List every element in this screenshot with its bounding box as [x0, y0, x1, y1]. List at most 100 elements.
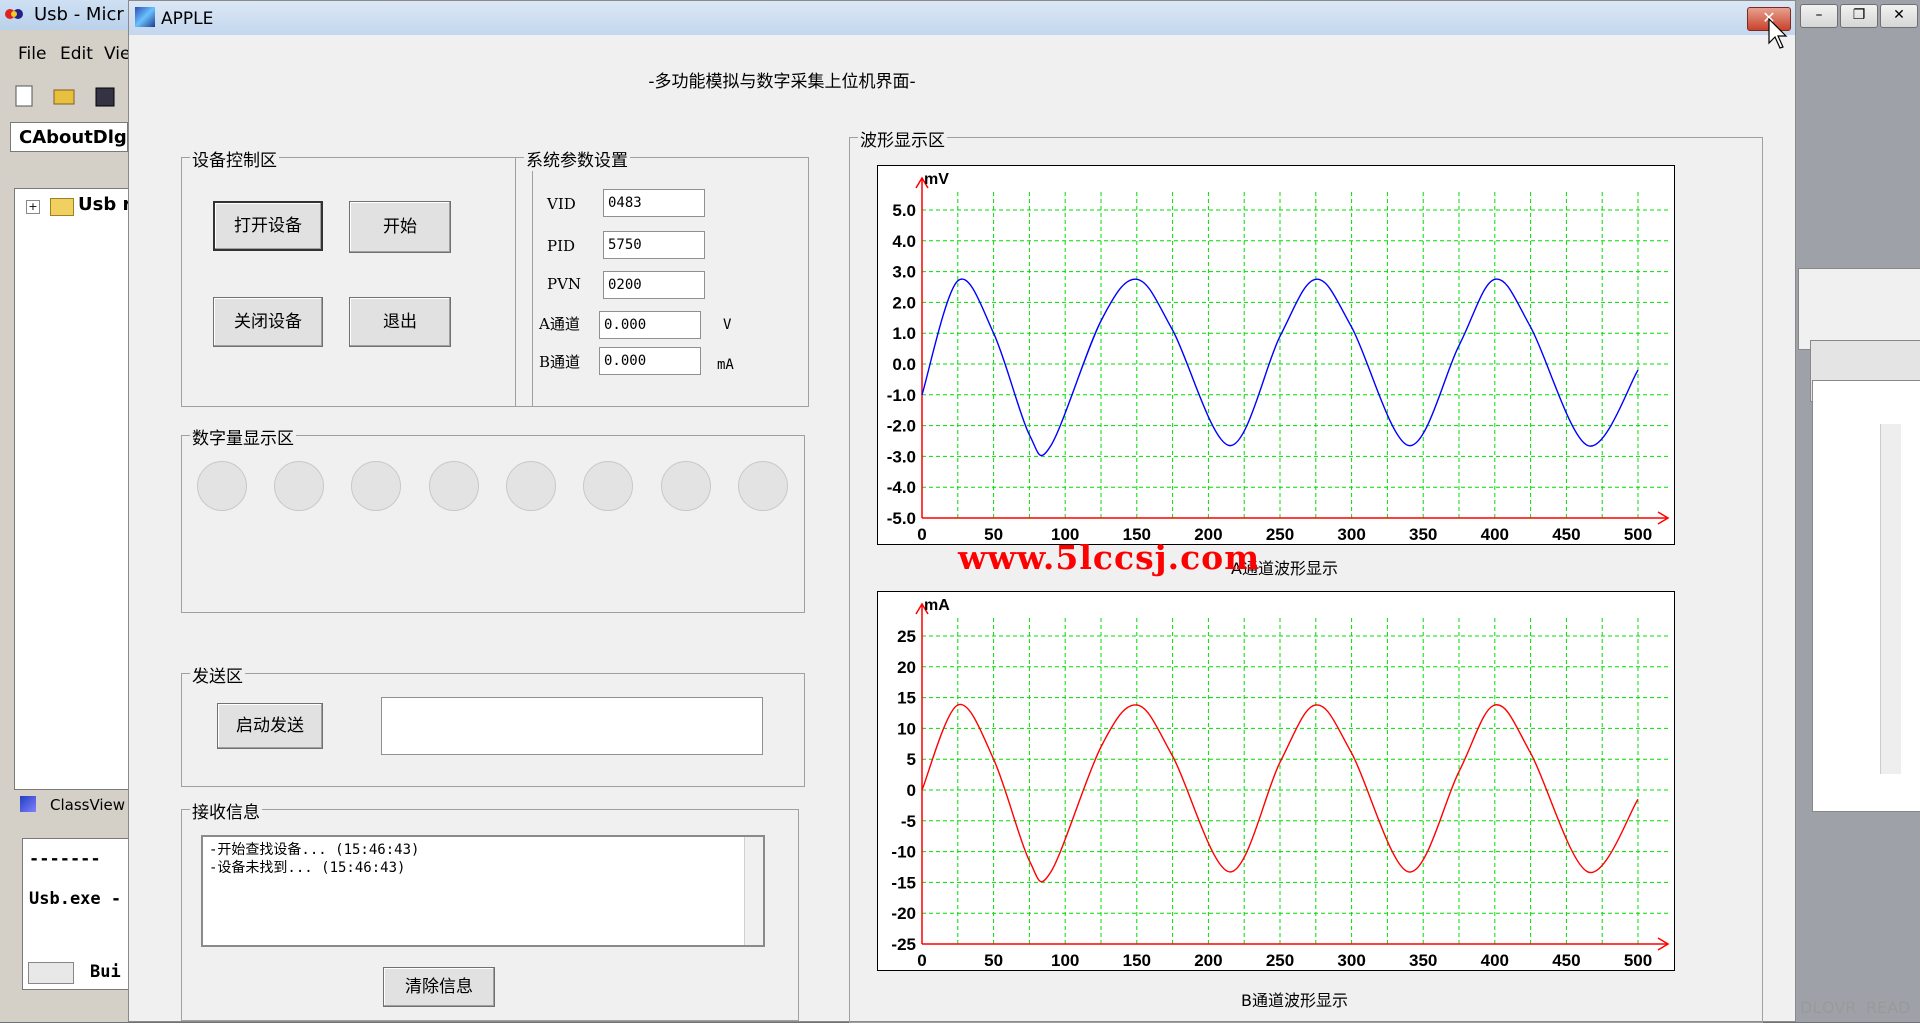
- start-button[interactable]: 开始: [349, 201, 451, 253]
- digital-led-8: [738, 461, 788, 511]
- app-icon: [135, 7, 155, 27]
- tree-item-label[interactable]: Usb r: [78, 194, 131, 215]
- open-folder-icon: [53, 89, 75, 105]
- x-tick-label: 450: [1552, 525, 1580, 544]
- y-tick-label: -20: [891, 904, 916, 923]
- digital-led-7: [661, 461, 711, 511]
- menu-file[interactable]: File: [18, 44, 46, 64]
- y-tick-label: -5: [901, 812, 916, 831]
- expand-icon[interactable]: +: [26, 200, 40, 214]
- save-icon: [95, 87, 115, 107]
- ide-minimize-button[interactable]: –: [1800, 4, 1838, 28]
- class-combo[interactable]: CAboutDlg: [10, 122, 128, 152]
- y-tick-label: -25: [891, 935, 916, 954]
- system-params-label: 系统参数设置: [524, 146, 630, 171]
- x-tick-label: 300: [1337, 951, 1365, 970]
- tab-build[interactable]: Bui: [90, 962, 121, 982]
- y-tick-label: 25: [897, 627, 916, 646]
- dialog-titlebar: [129, 1, 1795, 35]
- new-file-icon: [15, 85, 33, 107]
- chart-b-svg: mA2520151050-5-10-15-20-250 50 100 150 200 25…: [891, 597, 1670, 970]
- x-tick-label: 250: [1266, 951, 1294, 970]
- waveform-label: 波形显示区: [858, 126, 947, 151]
- y-tick-label: -15: [891, 873, 916, 892]
- clear-info-button[interactable]: 清除信息: [383, 967, 495, 1007]
- digital-led-6: [583, 461, 633, 511]
- ide-title: Usb - Micr: [34, 4, 124, 25]
- status-ovr: OVR: [1822, 998, 1857, 1017]
- exit-button[interactable]: 退出: [349, 297, 451, 347]
- classview-icon: [20, 796, 36, 812]
- chart-a-svg: mV 5.0 4.0 3.0 2.0 1.0 0.0 -1.0 -2.0 -3.0 -4.0 -5.0…: [887, 171, 1670, 544]
- y-tick-label: 10: [897, 719, 916, 738]
- apple-dialog: APPLE ✕ -多功能模拟与数字采集上位机界面- 设备控制区 打开设备 开始 …: [128, 0, 1796, 1023]
- menu-view[interactable]: Vie: [104, 44, 130, 64]
- vid-field[interactable]: 0483: [603, 189, 705, 217]
- y-axis-label: mA: [924, 597, 950, 614]
- device-control-label: 设备控制区: [190, 146, 279, 171]
- start-send-button[interactable]: 启动发送: [217, 703, 323, 749]
- digital-led-5: [506, 461, 556, 511]
- child-scrollbar[interactable]: [1880, 424, 1901, 774]
- x-tick-label: 350: [1409, 525, 1437, 544]
- child-window-3: [1812, 380, 1920, 812]
- receive-log[interactable]: -开始查找设备... (15:46:43) -设备未找到... (15:46:4…: [201, 835, 765, 947]
- pid-field[interactable]: 5750: [603, 231, 705, 259]
- send-input[interactable]: [381, 697, 763, 755]
- y-tick-label: 5: [907, 750, 916, 769]
- ide-toolbar[interactable]: [14, 84, 130, 108]
- x-tick-label: 100: [1051, 951, 1079, 970]
- digital-led-4: [429, 461, 479, 511]
- x-tick-label: 300: [1337, 525, 1365, 544]
- page-heading: -多功能模拟与数字采集上位机界面-: [648, 72, 916, 92]
- send-label: 发送区: [190, 662, 245, 687]
- x-tick-label: 500: [1624, 525, 1652, 544]
- pvn-field[interactable]: 0200: [603, 271, 705, 299]
- dialog-title: APPLE: [161, 9, 214, 29]
- class-tree[interactable]: [14, 188, 130, 790]
- chart-b-caption: B通道波形显示: [1241, 991, 1348, 1010]
- receive-label: 接收信息: [190, 798, 262, 823]
- digital-led-2: [274, 461, 324, 511]
- digital-display-label: 数字量显示区: [190, 424, 296, 449]
- x-tick-label: 0: [917, 525, 926, 544]
- log-scrollbar[interactable]: [744, 837, 763, 945]
- b-channel-field[interactable]: 0.000: [599, 347, 701, 375]
- a-channel-field[interactable]: 0.000: [599, 311, 701, 339]
- output-scroll-arrows[interactable]: [28, 962, 74, 984]
- x-tick-label: 450: [1552, 951, 1580, 970]
- y-tick-label: 0: [907, 781, 916, 800]
- menu-edit[interactable]: Edit: [60, 44, 93, 64]
- digital-display-group: 数字量显示区: [181, 424, 805, 613]
- output-dashes: -------: [29, 849, 101, 869]
- tab-classview[interactable]: ClassView: [50, 796, 125, 814]
- open-device-button[interactable]: 打开设备: [213, 201, 323, 251]
- x-tick-label: 50: [984, 951, 1003, 970]
- digital-led-1: [197, 461, 247, 511]
- x-tick-label: 250: [1266, 525, 1294, 544]
- ide-close-button[interactable]: ✕: [1880, 4, 1918, 28]
- status-read: READ: [1866, 998, 1911, 1017]
- x-tick-label: 150: [1123, 951, 1151, 970]
- a-channel-unit: V: [723, 317, 732, 333]
- y-tick-label: 2.0: [892, 293, 916, 312]
- digital-led-3: [351, 461, 401, 511]
- watermark: www.5lccsj.com: [958, 538, 1261, 577]
- b-channel-label: B通道: [539, 353, 581, 371]
- y-axis-label: mV: [924, 171, 949, 188]
- output-line: Usb.exe -: [29, 889, 122, 909]
- close-device-button[interactable]: 关闭设备: [213, 297, 323, 347]
- folder-icon: [50, 198, 74, 216]
- ide-restore-button[interactable]: ❐: [1840, 4, 1878, 28]
- log-line-1: -开始查找设备... (15:46:43): [209, 842, 420, 858]
- y-tick-label: 20: [897, 658, 916, 677]
- device-control-group: 设备控制区: [181, 146, 533, 407]
- x-tick-label: 0: [917, 951, 926, 970]
- a-channel-label: A通道: [539, 315, 580, 333]
- x-tick-label: 400: [1481, 951, 1509, 970]
- y-tick-label: 4.0: [892, 232, 916, 251]
- y-tick-label: -1.0: [887, 386, 916, 405]
- y-tick-label: -2.0: [887, 417, 916, 436]
- x-tick-label: 200: [1194, 951, 1222, 970]
- status-dl: DL: [1800, 998, 1822, 1017]
